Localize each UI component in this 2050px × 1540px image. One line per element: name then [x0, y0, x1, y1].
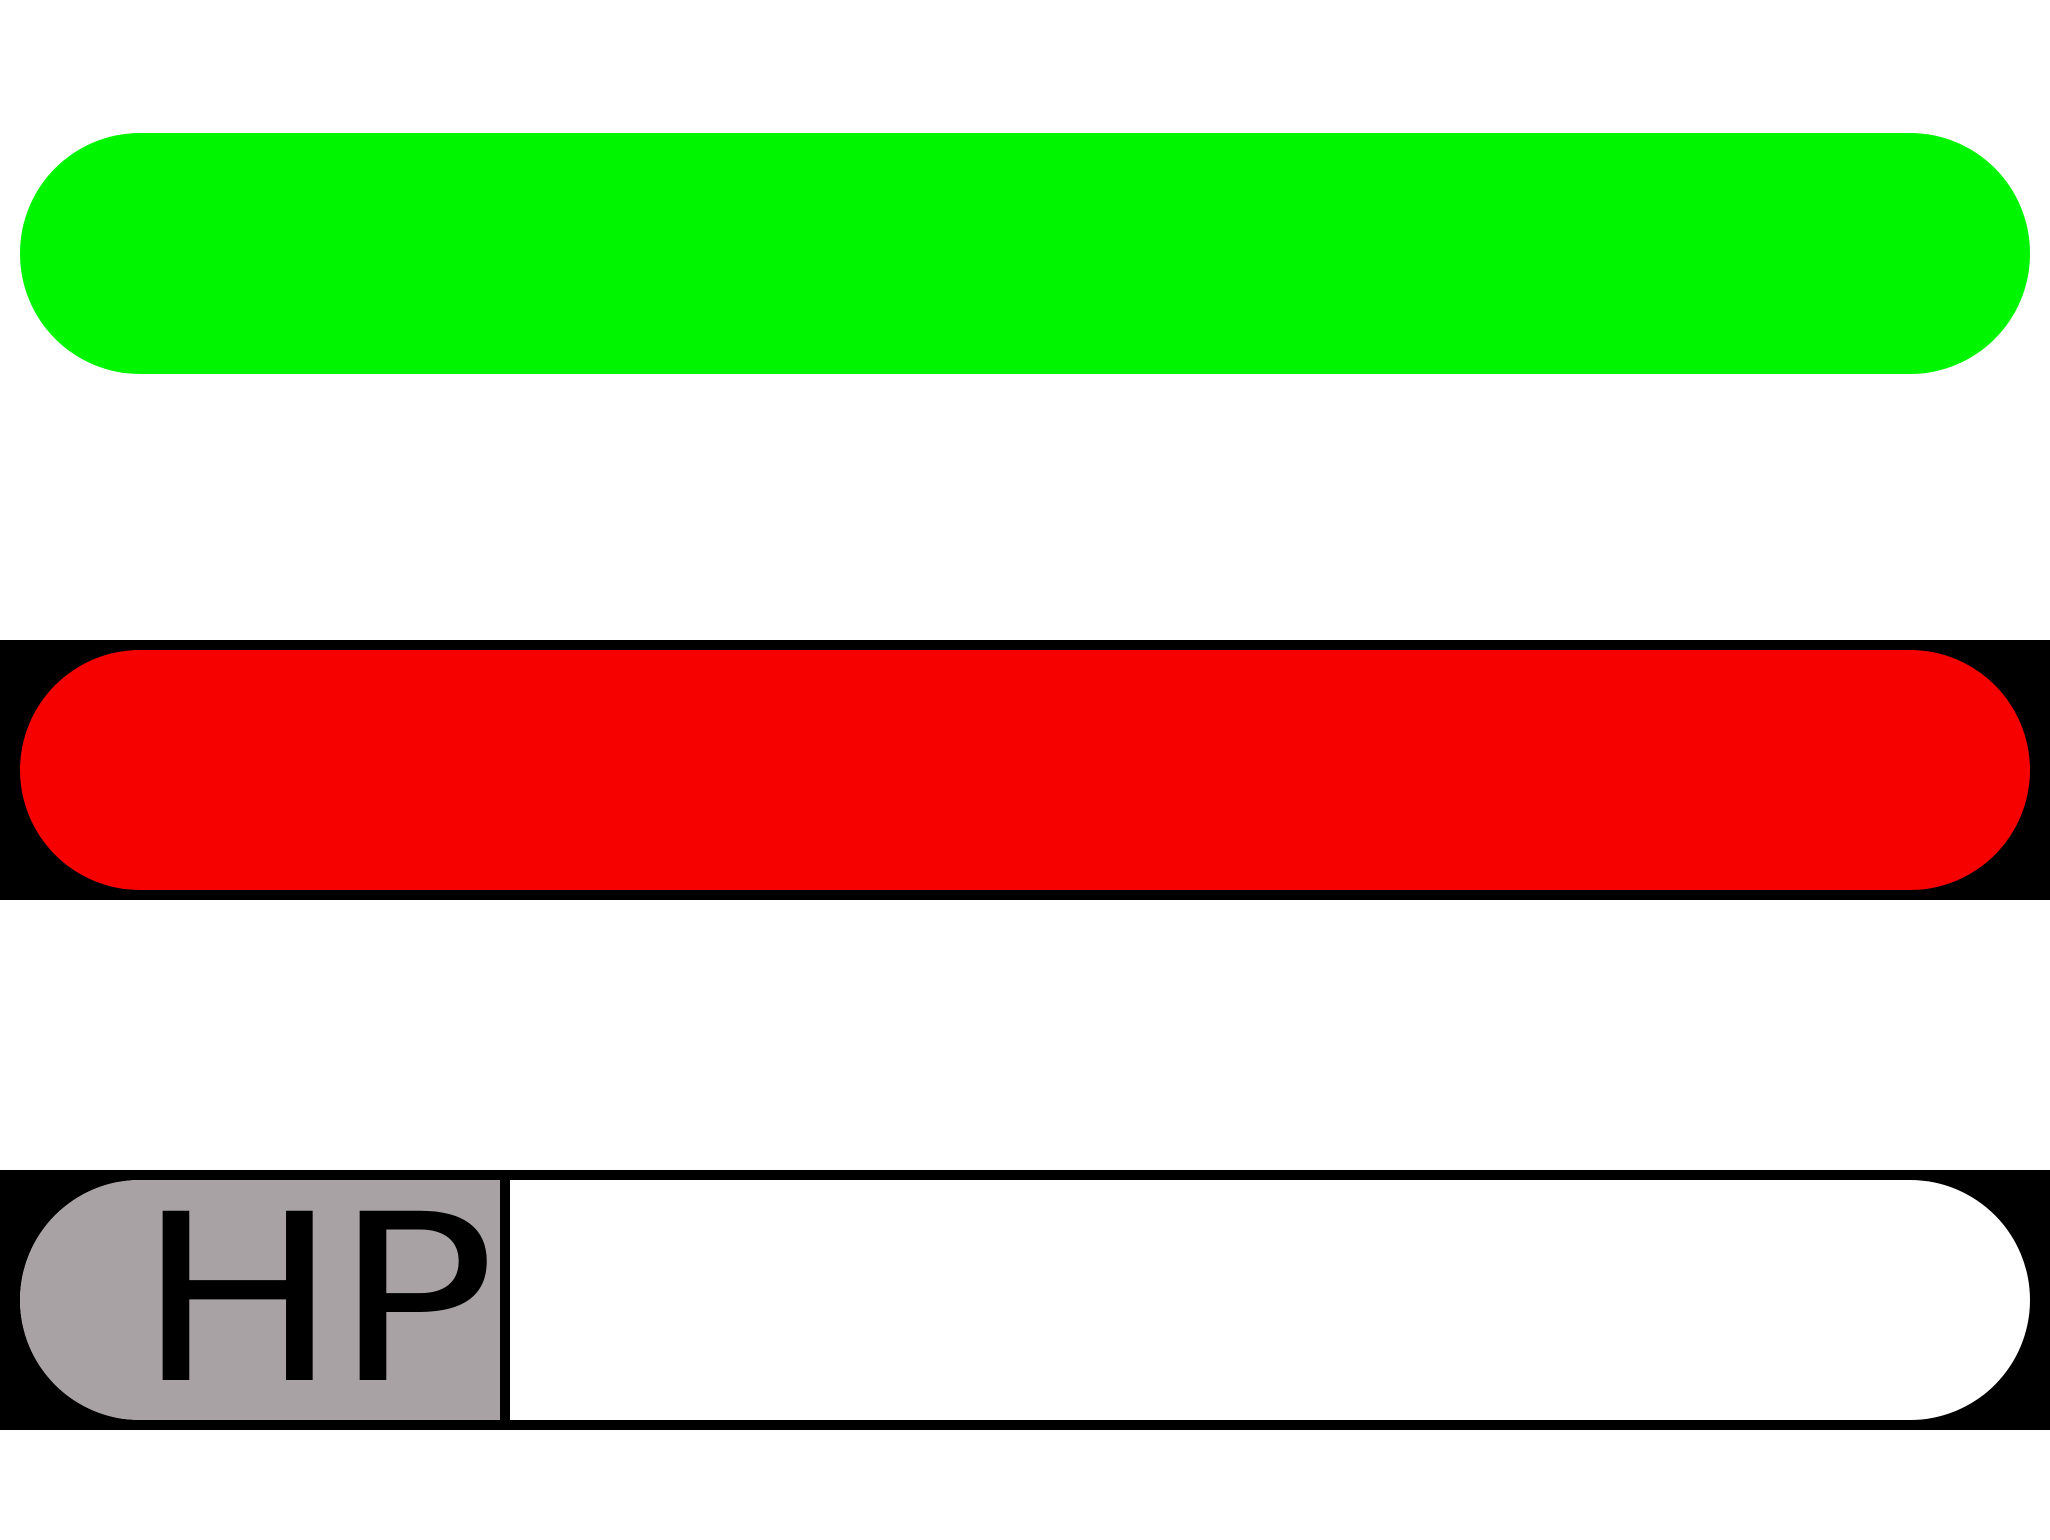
- red-bar-fill: [20, 650, 2030, 890]
- green-bar-fill: [20, 133, 2030, 374]
- hp-bar: HP: [20, 1180, 2030, 1420]
- hp-label-box: HP: [20, 1180, 510, 1420]
- red-health-bar: [20, 650, 2030, 890]
- hp-label: HP: [136, 1180, 496, 1420]
- red-health-bar-frame: [0, 640, 2050, 900]
- green-health-bar: [20, 133, 2030, 374]
- hp-bar-frame: HP: [0, 1170, 2050, 1430]
- hp-bar-track: [520, 1180, 2030, 1420]
